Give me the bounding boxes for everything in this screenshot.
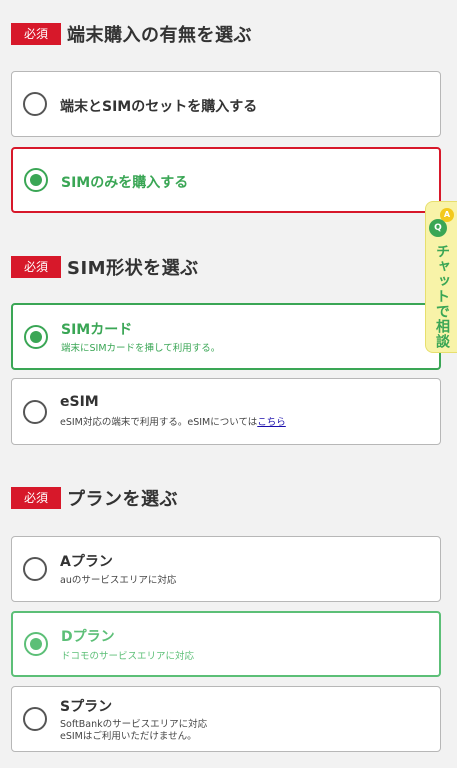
esim-info-link[interactable]: こちら — [257, 417, 286, 428]
required-badge: 必須 — [11, 487, 61, 509]
option-plan-s[interactable]: Sプラン SoftBankのサービスエリアに対応 eSIMはご利用いただけません… — [11, 686, 441, 752]
option-description: eSIM対応の端末で利用する。eSIMについてはこちら — [60, 417, 286, 429]
option-description: auのサービスエリアに対応 — [60, 575, 177, 586]
radio-button[interactable] — [23, 557, 47, 581]
option-label: Aプラン — [60, 554, 113, 570]
description-text: eSIM対応の端末で利用する。eSIMについては — [60, 417, 258, 428]
option-label: 端末とSIMのセットを購入する — [60, 99, 258, 115]
option-sim-only[interactable]: SIMのみを購入する — [11, 147, 441, 213]
section-title: プランを選ぶ — [67, 489, 178, 510]
section-header-device-purchase: 必須 端末購入の有無を選ぶ — [11, 19, 252, 49]
chat-consult-label: チャットで相談 — [434, 244, 450, 349]
option-esim[interactable]: eSIM eSIM対応の端末で利用する。eSIMについてはこちら — [11, 378, 441, 445]
section-title: SIM形状を選ぶ — [67, 258, 199, 279]
radio-button[interactable] — [23, 92, 47, 116]
option-label: Dプラン — [61, 629, 115, 645]
section-header-sim-type: 必須 SIM形状を選ぶ — [11, 252, 199, 282]
radio-button[interactable] — [23, 399, 47, 424]
radio-button-selected[interactable] — [24, 324, 48, 349]
option-plan-d[interactable]: Dプラン ドコモのサービスエリアに対応 — [11, 611, 441, 677]
radio-button-selected[interactable] — [24, 632, 48, 656]
option-label: Sプラン — [60, 699, 113, 715]
radio-button-selected[interactable] — [24, 168, 48, 192]
option-device-and-sim-set[interactable]: 端末とSIMのセットを購入する — [11, 71, 441, 137]
option-sim-card[interactable]: SIMカード 端末にSIMカードを挿して利用する。 — [11, 303, 441, 370]
section-title: 端末購入の有無を選ぶ — [67, 25, 252, 46]
option-plan-a[interactable]: Aプラン auのサービスエリアに対応 — [11, 536, 441, 602]
option-description: ドコモのサービスエリアに対応 — [61, 651, 195, 662]
required-badge: 必須 — [11, 256, 61, 278]
option-description: SoftBankのサービスエリアに対応 eSIMはご利用いただけません。 — [60, 719, 208, 742]
section-header-plan: 必須 プランを選ぶ — [11, 483, 178, 513]
option-description: 端末にSIMカードを挿して利用する。 — [61, 343, 221, 354]
option-label: SIMのみを購入する — [61, 175, 189, 191]
option-label: eSIM — [60, 394, 99, 410]
radio-button[interactable] — [23, 707, 47, 731]
option-label: SIMカード — [61, 322, 133, 338]
question-bubble-icon: Q — [429, 219, 447, 237]
required-badge: 必須 — [11, 23, 61, 45]
chat-consult-tab[interactable]: A Q チャットで相談 — [425, 201, 457, 353]
